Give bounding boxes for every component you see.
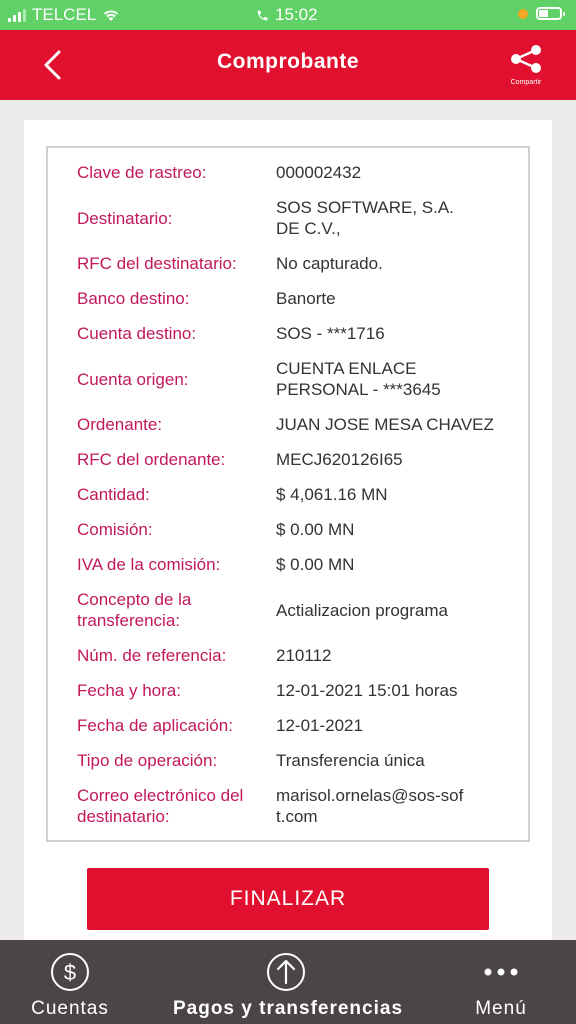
share-button[interactable]: Compartir xyxy=(506,44,546,88)
detail-label: Destinatario: xyxy=(77,209,173,228)
detail-label: Correo electrónico del destinatario: xyxy=(77,786,244,826)
status-right xyxy=(518,7,565,20)
detail-label: Comisión: xyxy=(77,520,153,539)
carrier-group: TELCEL xyxy=(8,5,120,25)
detail-value: $ 4,061.16 MN xyxy=(276,485,388,504)
detail-value: 12-01-2021 15:01 horas xyxy=(276,681,458,700)
battery-icon xyxy=(536,7,565,20)
detail-value: SOS SOFTWARE, S.A. DE C.V., xyxy=(276,198,454,238)
share-label: Compartir xyxy=(510,79,542,86)
receipt-details: Clave de rastreo: 000002432 Destinatario… xyxy=(46,146,530,842)
nav-item-pagos[interactable]: Pagos y transferencias xyxy=(150,940,426,1024)
clock-time: 15:02 xyxy=(275,5,318,24)
detail-value: Banorte xyxy=(276,289,336,308)
phone-icon xyxy=(257,10,268,20)
app-header: Comprobante Compartir xyxy=(0,30,576,100)
detail-label: Núm. de referencia: xyxy=(77,646,227,665)
finalize-button[interactable]: FINALIZAR xyxy=(87,868,489,930)
receipt-card: Clave de rastreo: 000002432 Destinatario… xyxy=(24,120,552,940)
nav-label: Cuentas xyxy=(31,998,109,1019)
detail-label: RFC del destinatario: xyxy=(77,254,237,273)
detail-label: Ordenante: xyxy=(77,415,163,434)
detail-value: MECJ620126I65 xyxy=(276,450,403,469)
wifi-icon xyxy=(104,10,119,21)
status-bar: TELCEL 15:02 xyxy=(0,0,576,30)
nav-label: Pagos y transferencias xyxy=(172,998,404,1019)
detail-label: Tipo de operación: xyxy=(77,751,218,770)
share-icon xyxy=(511,45,541,73)
detail-value: SOS - ***1716 xyxy=(276,324,385,343)
more-dots-icon xyxy=(484,968,518,976)
nav-label: Menú xyxy=(475,998,527,1019)
page-title: Comprobante xyxy=(217,50,359,73)
detail-label: Clave de rastreo: xyxy=(77,163,207,182)
nav-item-menu[interactable]: Menú xyxy=(446,940,556,1024)
recording-dot-icon xyxy=(518,8,528,19)
detail-value: 12-01-2021 xyxy=(276,716,363,735)
detail-value: $ 0.00 MN xyxy=(276,555,355,574)
detail-label: Cantidad: xyxy=(77,485,150,504)
detail-label: Fecha y hora: xyxy=(77,681,181,700)
svg-text:$: $ xyxy=(64,960,76,985)
clock-group: 15:02 xyxy=(256,5,318,25)
detail-label: Fecha de aplicación: xyxy=(77,716,233,735)
detail-value: 210112 xyxy=(276,646,332,665)
detail-label: Cuenta origen: xyxy=(77,370,189,389)
detail-value: CUENTA ENLACE PERSONAL - ***3645 xyxy=(276,359,441,399)
detail-label: Concepto de la transferencia: xyxy=(77,590,192,630)
detail-value: $ 0.00 MN xyxy=(276,520,355,539)
detail-label: IVA de la comisión: xyxy=(77,555,221,574)
arrow-up-circle-icon xyxy=(267,953,305,991)
dollar-circle-icon: $ xyxy=(51,953,89,991)
nav-item-cuentas[interactable]: $ Cuentas xyxy=(0,940,140,1024)
signal-icon xyxy=(8,8,26,22)
bottom-nav: $ Cuentas Pagos y transferencias Menú xyxy=(0,940,576,1024)
detail-value: Transferencia única xyxy=(276,751,425,770)
detail-label: RFC del ordenante: xyxy=(77,450,226,469)
carrier-name: TELCEL xyxy=(32,5,97,24)
detail-value: 000002432 xyxy=(276,163,362,182)
detail-value: No capturado. xyxy=(276,254,383,273)
detail-value: marisol.ornelas@sos-soft.com xyxy=(276,786,464,826)
detail-label: Cuenta destino: xyxy=(77,324,197,343)
detail-value: Actializacion programa xyxy=(276,601,448,620)
detail-value: JUAN JOSE MESA CHAVEZ xyxy=(276,415,494,434)
detail-label: Banco destino: xyxy=(77,289,190,308)
